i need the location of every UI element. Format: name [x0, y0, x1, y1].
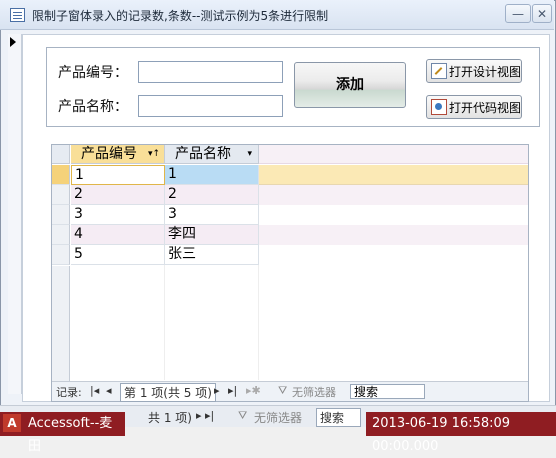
- close-button[interactable]: ✕: [532, 4, 552, 23]
- row-selector[interactable]: [52, 185, 70, 205]
- header-filler: [259, 145, 528, 164]
- open-code-view-button[interactable]: 打开代码视图: [426, 95, 522, 119]
- table-cell[interactable]: 2: [71, 185, 165, 205]
- table-cell[interactable]: 5: [71, 245, 165, 265]
- column-header-label: 产品编号: [81, 146, 137, 162]
- row-selector-current[interactable]: [52, 165, 70, 185]
- main-filter-icon[interactable]: ⛛: [238, 409, 247, 423]
- row-selector-empty: [52, 266, 70, 381]
- subform-search-input[interactable]: 搜索: [350, 384, 425, 399]
- subform-record-navigation: 记录: |◂ ◂ 第 1 项(共 5 项) ▸ ▸| ▸✱ ⛛ 无筛选器: [52, 381, 528, 402]
- no-filter-label[interactable]: 无筛选器: [292, 384, 336, 400]
- new-record-icon[interactable]: ▸✱: [246, 384, 261, 397]
- previous-record-icon[interactable]: ◂: [106, 384, 112, 397]
- row-selector[interactable]: [52, 225, 70, 245]
- table-cell[interactable]: 3: [165, 205, 259, 225]
- dropdown-arrow-icon[interactable]: ▾: [247, 145, 252, 163]
- table-cell[interactable]: 2: [165, 185, 259, 205]
- minimize-button[interactable]: —: [505, 4, 531, 23]
- column-header-label: 产品名称: [175, 146, 231, 162]
- main-next-record-icon[interactable]: ▸ ▸|: [196, 409, 214, 422]
- product-code-label: 产品编号：: [58, 65, 128, 81]
- table-cell[interactable]: 1: [71, 165, 165, 185]
- title-bar[interactable]: 限制子窗体录入的记录数,条数--测试示例为5条进行限制 — ✕: [0, 0, 554, 30]
- row-filler: [259, 185, 528, 205]
- code-view-icon: [431, 99, 447, 115]
- main-no-filter-label[interactable]: 无筛选器: [254, 409, 302, 426]
- record-position-input[interactable]: 第 1 项(共 5 项): [120, 383, 216, 402]
- open-design-view-label: 打开设计视图: [449, 64, 522, 79]
- sort-filter-icon[interactable]: ▾↑: [148, 145, 160, 163]
- row-selector[interactable]: [52, 205, 70, 225]
- select-all-corner[interactable]: [52, 145, 70, 164]
- next-record-icon[interactable]: ▸: [214, 384, 220, 397]
- record-label: 记录:: [56, 386, 82, 399]
- table-cell[interactable]: 4: [71, 225, 165, 245]
- form-icon: [10, 8, 25, 22]
- table-cell[interactable]: 3: [71, 205, 165, 225]
- open-design-view-button[interactable]: 打开设计视图: [426, 59, 522, 83]
- table-cell[interactable]: 1: [165, 165, 259, 185]
- table-cell[interactable]: 张三: [165, 245, 259, 265]
- open-code-view-label: 打开代码视图: [449, 100, 522, 115]
- table-cell[interactable]: 李四: [165, 225, 259, 245]
- column-header-product-name[interactable]: 产品名称 ▾: [165, 145, 259, 164]
- filter-icon[interactable]: ⛛: [278, 384, 287, 398]
- column-header-product-code[interactable]: 产品编号 ▾↑: [71, 145, 165, 164]
- last-record-icon[interactable]: ▸|: [228, 384, 237, 397]
- product-name-input[interactable]: [138, 95, 283, 117]
- access-logo-icon: A: [3, 414, 21, 432]
- taskbar-datetime: 2013-06-19 16:58:09 00:00.000: [366, 412, 556, 454]
- product-name-label: 产品名称：: [58, 99, 128, 115]
- first-record-icon[interactable]: |◂: [90, 384, 99, 397]
- row-filler: [259, 165, 528, 185]
- current-record-arrow-icon: [10, 37, 16, 47]
- row-filler: [259, 225, 528, 245]
- row-selector[interactable]: [52, 245, 70, 265]
- window-title: 限制子窗体录入的记录数,条数--测试示例为5条进行限制: [32, 9, 329, 23]
- main-search-input[interactable]: 搜索: [316, 408, 362, 427]
- design-view-icon: [431, 63, 447, 79]
- product-code-input[interactable]: [138, 61, 283, 83]
- record-selector-column[interactable]: [8, 34, 22, 394]
- add-button[interactable]: 添加: [294, 62, 406, 108]
- main-record-position[interactable]: 共 1 项): [148, 409, 192, 426]
